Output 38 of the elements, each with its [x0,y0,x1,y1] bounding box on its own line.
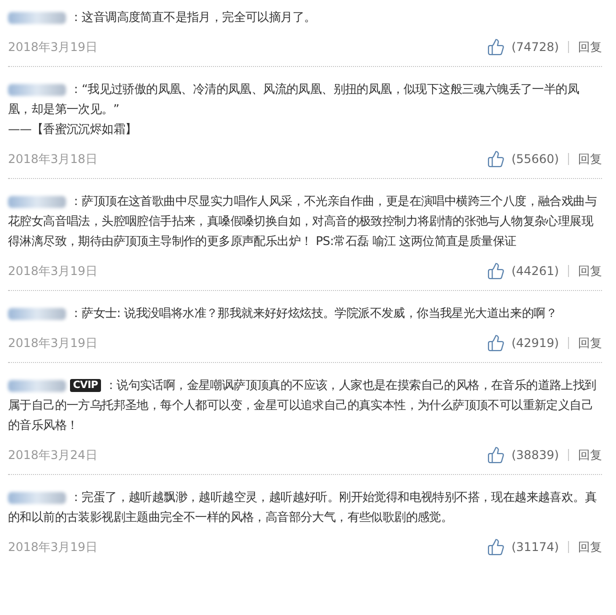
reply-link[interactable]: 回复 [578,150,602,168]
thumbs-up-icon [487,446,506,464]
comment-date: 2018年3月24日 [8,447,98,464]
thumbs-up-icon [487,262,506,280]
like-button[interactable]: (38839) [487,446,559,464]
blurred-username [8,84,66,96]
blurred-username [8,308,66,320]
comment-text: ：萨女士: 说我没唱将水准？那我就来好好炫炫技。学院派不发威，你当我星光大道出来的啊？ [8,303,602,323]
comment-signature: ——【香蜜沉沉烬如霜】 [8,121,138,138]
blurred-username [8,12,66,24]
thumbs-up-icon [487,538,506,556]
comment-date: 2018年3月19日 [8,39,98,56]
comment-text: ：“我见过骄傲的凤凰、冷清的凤凰、风流的凤凰、别扭的凤凰，似现下这般三魂六魄丢了一半的凤凰，却是第一次见。” [8,81,580,118]
reply-link[interactable]: 回复 [578,538,602,556]
reply-link[interactable]: 回复 [578,262,602,280]
comment-date: 2018年3月19日 [8,335,98,352]
comment-text: ：这音调高度简直不是指月，完全可以摘月了。 [8,7,602,27]
reply-link[interactable]: 回复 [578,334,602,352]
like-button[interactable]: (44261) [487,262,559,280]
blurred-username [8,196,66,208]
comment-text: ：完蛋了，越听越飘渺，越听越空灵，越听越好听。刚开始觉得和电视特别不搭，现在越来越喜欢。真的和以前的古装影视剧主题曲完全不一样的风格，高音部分大气，有些似歌剧的感觉。 [8,489,598,526]
comment-date: 2018年3月18日 [8,151,98,168]
blurred-username [8,492,66,504]
vip-badge: CVIP [70,379,101,392]
reply-link[interactable]: 回复 [578,38,602,56]
comment-date: 2018年3月19日 [8,263,98,280]
comment-date: 2018年3月19日 [8,539,98,556]
like-button[interactable]: (55660) [487,150,559,168]
thumbs-up-icon [487,38,506,56]
like-button[interactable]: (42919) [487,334,559,352]
thumbs-up-icon [487,334,506,352]
like-button[interactable]: (31174) [487,538,559,556]
comment-text: CVIP ：说句实话啊，金星嘲讽萨顶顶真的不应该，人家也是在摸索自己的风格，在音乐的道路上找到属于自己的一方乌托邦圣地，每个人都可以变，金星可以追求自己的真实本性，为什么萨顶顶不可以重新定义自己的音乐风格！ [8,377,598,434]
comment-text: ：萨顶顶在这首歌曲中尽显实力唱作人风采，不光亲自作曲，更是在演唱中横跨三个八度，融合戏曲与花腔女高音唱法，头腔咽腔信手拈来，真嗓假嗓切换自如，对高音的极致控制力将剧情的张弛与人物复杂心理展现得淋漓尽致，期待由萨顶顶主导制作的更多原声配乐出炉！ PS:常石磊 喻江 这两位简直是质量保证 [8,193,598,250]
like-button[interactable]: (74728) [487,38,559,56]
blurred-username [8,380,66,392]
thumbs-up-icon [487,150,506,168]
reply-link[interactable]: 回复 [578,446,602,464]
